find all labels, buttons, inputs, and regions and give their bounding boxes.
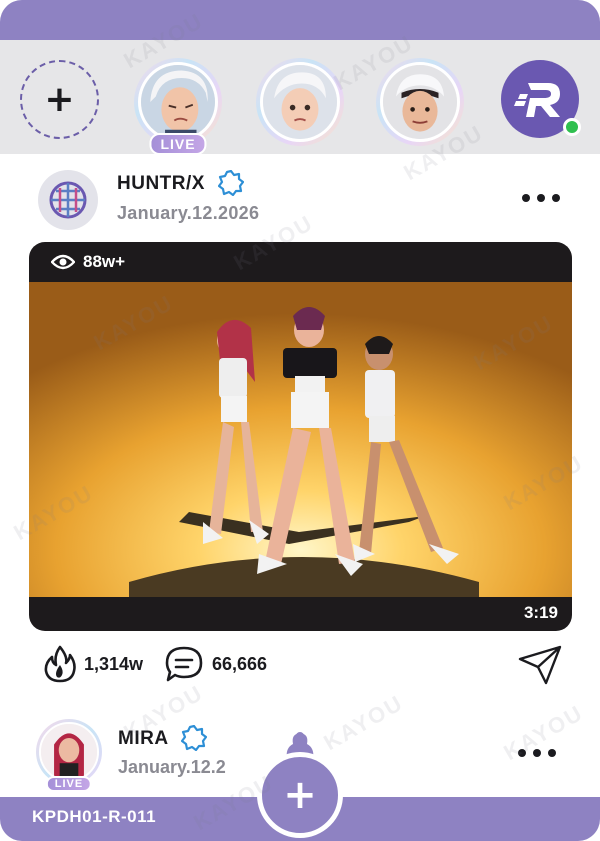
story-avatar-3[interactable] xyxy=(376,58,464,146)
post-date: January.12.2026 xyxy=(117,203,260,223)
likes-count: 1,314w xyxy=(84,653,144,674)
live-badge: LIVE xyxy=(45,776,93,792)
top-band xyxy=(0,0,600,40)
eye-icon xyxy=(51,254,75,270)
send-icon xyxy=(518,645,562,685)
more-icon-dot xyxy=(537,194,545,202)
online-status-dot xyxy=(563,118,581,136)
share-button[interactable] xyxy=(518,645,562,690)
avatar xyxy=(380,62,460,142)
next-post-username[interactable]: MIRA xyxy=(118,728,169,750)
more-icon-dot xyxy=(522,194,530,202)
card: + LIVE HUNTR/X January.12.2026 88w+ 3:19… xyxy=(0,0,600,841)
story-avatar-1[interactable]: LIVE xyxy=(134,58,222,155)
mira-avatar[interactable]: LIVE xyxy=(36,719,102,792)
brand-profile-button[interactable] xyxy=(501,60,581,138)
more-icon-dot xyxy=(548,749,556,757)
more-options-button[interactable] xyxy=(518,749,556,757)
video-player[interactable]: 88w+ 3:19 xyxy=(29,242,572,631)
more-icon-dot xyxy=(533,749,541,757)
avatar xyxy=(260,62,340,142)
post-header: HUNTR/X January.12.2026 xyxy=(38,170,568,230)
like-button[interactable]: 1,314w xyxy=(44,645,143,683)
huntrx-logo-icon xyxy=(49,181,87,219)
flame-icon xyxy=(44,645,76,683)
post-username[interactable]: HUNTR/X xyxy=(117,173,205,195)
more-icon-dot xyxy=(552,194,560,202)
comments-count: 66,666 xyxy=(212,653,268,674)
stories-bar: + LIVE xyxy=(0,40,600,155)
create-post-area: + xyxy=(245,730,355,840)
comment-button[interactable]: 66,666 xyxy=(164,645,267,683)
plus-icon: + xyxy=(44,78,75,120)
next-post-date: January.12.2 xyxy=(118,757,226,777)
add-story-button[interactable]: + xyxy=(20,60,99,139)
video-top-bar: 88w+ xyxy=(29,242,572,282)
live-badge: LIVE xyxy=(149,133,207,155)
more-icon-dot xyxy=(518,749,526,757)
video-frame-image xyxy=(29,282,572,597)
verified-badge-icon xyxy=(181,725,207,751)
verified-badge-icon xyxy=(218,170,244,196)
create-post-button[interactable]: + xyxy=(257,752,343,838)
comment-icon xyxy=(165,646,203,682)
views-count: 88w+ xyxy=(83,252,126,271)
card-code: KPDH01-R-011 xyxy=(32,807,157,826)
plus-icon: + xyxy=(283,772,317,818)
video-duration: 3:19 xyxy=(523,603,558,622)
huntrx-logo-avatar[interactable] xyxy=(38,170,98,230)
story-avatar-2[interactable] xyxy=(256,58,344,146)
views-counter: 88w+ xyxy=(51,252,125,272)
r-logo-icon xyxy=(514,83,560,117)
post-actions: 1,314w 66,666 xyxy=(44,645,562,687)
avatar xyxy=(39,722,99,782)
avatar xyxy=(138,62,218,142)
more-options-button[interactable] xyxy=(522,194,560,202)
